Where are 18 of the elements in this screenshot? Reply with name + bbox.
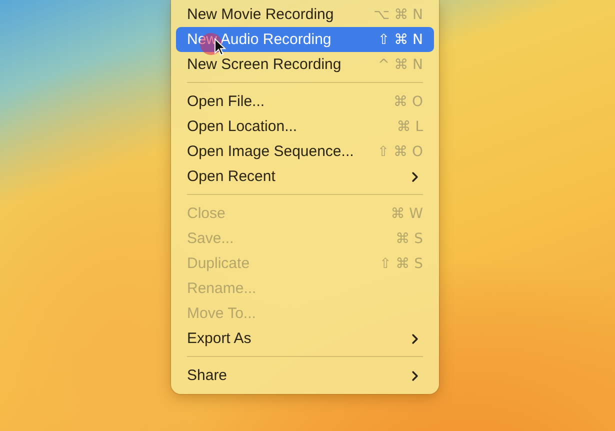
shortcut-label: ⌘ S bbox=[396, 230, 423, 246]
menu-item[interactable]: New Movie Recording ⌥ ⌘ N bbox=[176, 2, 434, 27]
shortcut-label: ⌘ O bbox=[394, 94, 423, 110]
menu-item[interactable]: Open Image Sequence... ⇧ ⌘ O bbox=[176, 139, 434, 164]
menu-item[interactable]: Export As bbox=[176, 326, 434, 351]
shortcut-label: ⌥ ⌘ N bbox=[373, 6, 423, 22]
shortcut-label: ^ ⌘ N bbox=[378, 56, 423, 72]
shortcut-label: ⌘ L bbox=[396, 118, 423, 134]
menu-item[interactable]: Open Recent bbox=[176, 164, 434, 189]
menu-item[interactable]: New Screen Recording ^ ⌘ N bbox=[176, 52, 434, 77]
shortcut-label: ⇧ ⌘ N bbox=[378, 32, 423, 48]
menu-item[interactable]: Share bbox=[176, 363, 434, 388]
shortcut-label: ⌘ W bbox=[390, 206, 423, 222]
menu-item[interactable]: Open Location... ⌘ L bbox=[176, 114, 434, 139]
shortcut-label: ⇧ ⌘ O bbox=[377, 144, 423, 160]
shortcut-label: ⇧ ⌘ S bbox=[379, 256, 423, 272]
menu-item[interactable]: New Audio Recording ⇧ ⌘ N bbox=[176, 27, 434, 52]
menu-item[interactable]: Open File... ⌘ O bbox=[176, 89, 434, 114]
